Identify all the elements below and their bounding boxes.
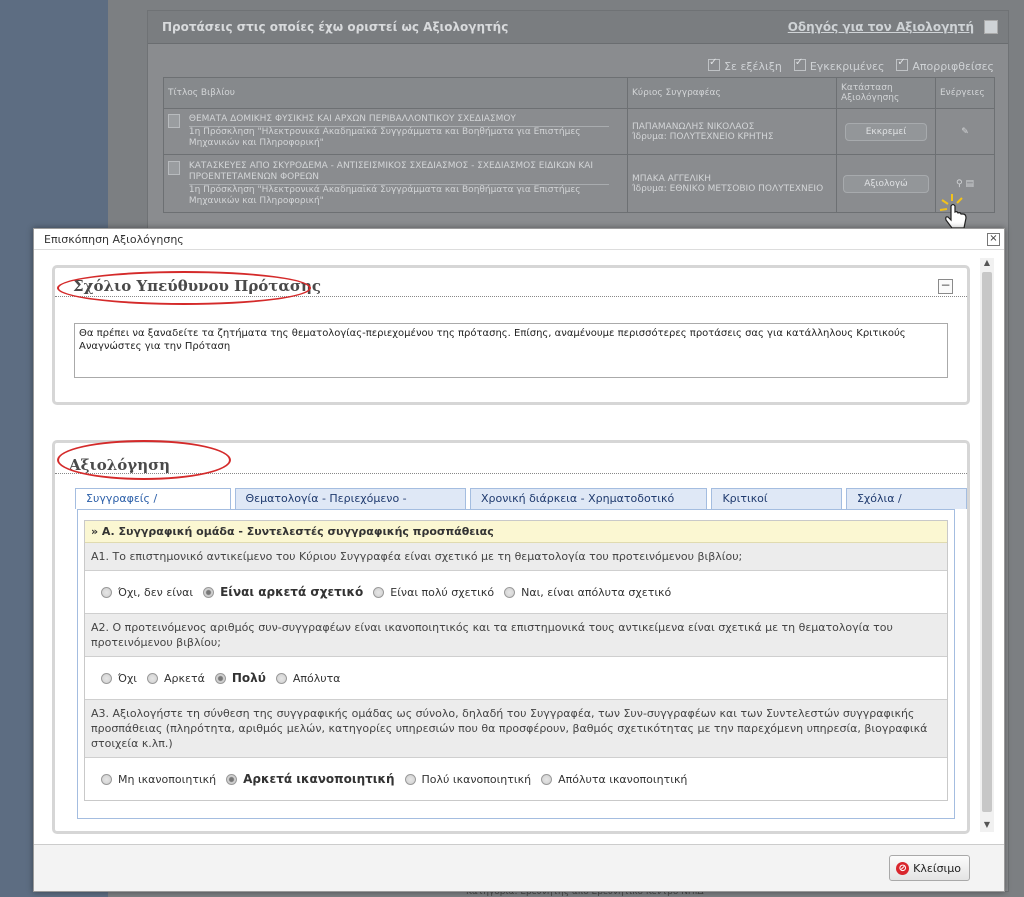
- checkbox-icon[interactable]: [708, 57, 721, 71]
- document-icon[interactable]: ▤: [965, 179, 974, 189]
- option-a3-1[interactable]: Μη ικανοποιητική: [101, 773, 216, 786]
- checkbox-icon[interactable]: [896, 57, 909, 71]
- dialog-titlebar: Επισκόπηση Αξιολόγησης ×: [34, 229, 1004, 250]
- option-a2-1[interactable]: Όχι: [101, 672, 137, 685]
- question-a2: Α2. Ο προτεινόμενος αριθμός συν-συγγραφέ…: [85, 614, 947, 657]
- dialog-scrollbar[interactable]: ▲ ▼: [980, 258, 994, 832]
- hand-cursor-icon: [939, 194, 967, 229]
- book-icon: [168, 114, 180, 128]
- dialog-footer: ⊘ Κλείσιμο: [34, 845, 1004, 891]
- radio-icon[interactable]: [147, 672, 159, 684]
- question-a1: Α1. Το επιστημονικό αντικείμενο του Κύρι…: [85, 543, 947, 571]
- evaluation-preview-dialog: Επισκόπηση Αξιολόγησης × Σχόλιο Υπεύθυνο…: [33, 228, 1005, 892]
- tab-critical-readers[interactable]: Κριτικοί Αναγνώστες: [711, 488, 842, 525]
- radio-icon[interactable]: [404, 773, 416, 785]
- option-a1-2[interactable]: Είναι αρκετά σχετικό: [203, 585, 363, 599]
- table-row: ΘΕΜΑΤΑ ΔΟΜΙΚΗΣ ΦΥΣΙΚΗΣ ΚΑΙ ΑΡΧΩΝ ΠΕΡΙΒΑΛ…: [163, 108, 995, 155]
- collapse-icon[interactable]: −: [938, 279, 953, 294]
- scroll-up-icon[interactable]: ▲: [980, 258, 994, 270]
- question-grid: » Α. Συγγραφική ομάδα - Συντελεστές συγγ…: [84, 520, 948, 801]
- panel-title: Προτάσεις στις οποίες έχω οριστεί ως Αξι…: [162, 20, 509, 34]
- option-a2-3[interactable]: Πολύ: [214, 671, 266, 685]
- option-a3-2[interactable]: Αρκετά ικανοποιητική: [226, 772, 395, 786]
- dialog-close-icon[interactable]: ×: [987, 233, 1000, 246]
- close-button-label: Κλείσιμο: [913, 861, 961, 875]
- answers-a1: Όχι, δεν είναι Είναι αρκετά σχετικό Είνα…: [85, 571, 947, 614]
- author-institution: Ίδρυμα: ΕΘΝΙΚΟ ΜΕΤΣΟΒΙΟ ΠΟΛΥΤΕΧΝΕΙΟ: [632, 183, 824, 194]
- radio-icon[interactable]: [541, 773, 553, 785]
- option-a2-4[interactable]: Απόλυτα: [275, 672, 340, 685]
- filter-rejected[interactable]: Απορριφθείσες: [896, 57, 994, 73]
- table-row: ΚΑΤΑΣΚΕΥΕΣ ΑΠΟ ΣΚΥΡΟΔΕΜΑ - ΑΝΤΙΣΕΙΣΜΙΚΟΣ…: [163, 154, 995, 213]
- tab-topic-content[interactable]: Θεματολογία - Περιεχόμενο - Αξιοποίηση: [234, 488, 466, 525]
- author-name: ΠΑΠΑΜΑΝΩΛΗΣ ΝΙΚΟΛΑΟΣ: [632, 121, 755, 132]
- call-name: 1η Πρόσκληση "Ηλεκτρονικά Ακαδημαϊκά Συγ…: [188, 183, 609, 207]
- checkbox-icon[interactable]: [793, 57, 806, 71]
- radio-icon[interactable]: [101, 773, 112, 785]
- option-a1-3[interactable]: Είναι πολύ σχετικό: [373, 586, 494, 599]
- highlight-ellipse: [57, 271, 311, 305]
- col-main-author: Κύριος Συγγραφέας: [627, 77, 837, 109]
- scroll-down-icon[interactable]: ▼: [980, 820, 994, 832]
- highlight-ellipse: [57, 440, 231, 480]
- evaluation-tabs: Συγγραφείς / Αξιολογητές Θεματολογία - Π…: [75, 488, 967, 525]
- panel-header: Προτάσεις στις οποίες έχω οριστεί ως Αξι…: [148, 11, 1008, 44]
- question-a3: Α3. Αξιολογήστε τη σύνθεση της συγγραφικ…: [85, 700, 947, 758]
- radio-selected-icon[interactable]: [203, 586, 215, 598]
- radio-selected-icon[interactable]: [214, 672, 226, 684]
- status-button[interactable]: Εκκρεμεί: [844, 122, 928, 141]
- col-book-title: Τίτλος Βιβλίου: [163, 77, 628, 109]
- col-actions: Ενέργειες: [935, 77, 995, 109]
- comment-section: Σχόλιο Υπεύθυνου Πρότασης − Θα πρέπει να…: [52, 265, 970, 405]
- cancel-icon: ⊘: [896, 861, 910, 875]
- author-name: ΜΠΑΚΑ ΑΓΓΕΛΙΚΗ: [632, 173, 711, 184]
- book-title: ΚΑΤΑΣΚΕΥΕΣ ΑΠΟ ΣΚΥΡΟΔΕΜΑ - ΑΝΤΙΣΕΙΣΜΙΚΟΣ…: [188, 160, 594, 182]
- book-title: ΘΕΜΑΤΑ ΔΟΜΙΚΗΣ ΦΥΣΙΚΗΣ ΚΑΙ ΑΡΧΩΝ ΠΕΡΙΒΑΛ…: [188, 114, 516, 124]
- responsible-comment-text: Θα πρέπει να ξαναδείτε τα ζητήματα της θ…: [74, 323, 948, 378]
- close-button[interactable]: ⊘ Κλείσιμο: [889, 855, 970, 881]
- scroll-thumb[interactable]: [982, 272, 992, 812]
- magnifier-icon[interactable]: ⚲: [956, 179, 963, 189]
- radio-icon[interactable]: [101, 672, 112, 684]
- radio-icon[interactable]: [373, 586, 385, 598]
- option-a1-4[interactable]: Ναι, είναι απόλυτα σχετικό: [504, 586, 671, 599]
- col-eval-status: Κατάσταση Αξιολόγησης: [836, 77, 936, 109]
- dialog-body[interactable]: Σχόλιο Υπεύθυνου Πρότασης − Θα πρέπει να…: [34, 250, 1004, 845]
- status-filters: Σε εξέλιξη Εγκεκριμένες Απορριφθείσες: [708, 57, 994, 73]
- tab-panel-authors: » Α. Συγγραφική ομάδα - Συντελεστές συγγ…: [77, 509, 955, 819]
- option-a2-2[interactable]: Αρκετά: [147, 672, 205, 685]
- answers-a2: Όχι Αρκετά Πολύ Απόλυτα: [85, 657, 947, 700]
- group-heading: » Α. Συγγραφική ομάδα - Συντελεστές συγγ…: [85, 521, 947, 543]
- tab-duration-funding[interactable]: Χρονική διάρκεια - Χρηματοδοτικό σχέδιο: [470, 488, 708, 525]
- option-a3-4[interactable]: Απόλυτα ικανοποιητική: [541, 773, 687, 786]
- evaluation-section: Αξιολόγηση Συγγραφείς / Αξιολογητές Θεμα…: [52, 440, 970, 834]
- radio-icon[interactable]: [101, 586, 112, 598]
- option-a3-3[interactable]: Πολύ ικανοποιητική: [404, 773, 531, 786]
- author-institution: Ίδρυμα: ΠΟΛΥΤΕΧΝΕΙΟ ΚΡΗΤΗΣ: [632, 131, 774, 142]
- tab-comments[interactable]: Σχόλια / Προτάσεις: [845, 488, 967, 525]
- filter-approved[interactable]: Εγκεκριμένες: [793, 57, 884, 73]
- radio-icon[interactable]: [275, 672, 287, 684]
- evaluate-icon[interactable]: ✎: [961, 127, 969, 137]
- book-icon: [168, 160, 180, 175]
- status-button[interactable]: Αξιολογώ: [843, 174, 929, 193]
- radio-selected-icon[interactable]: [226, 773, 238, 785]
- reviewer-guide-link[interactable]: Οδηγός για τον Αξιολογητή: [788, 20, 974, 34]
- panel-collapse-button[interactable]: [984, 20, 998, 34]
- answers-a3: Μη ικανοποιητική Αρκετά ικανοποιητική Πο…: [85, 758, 947, 800]
- proposals-table: Τίτλος Βιβλίου Κύριος Συγγραφέας Κατάστα…: [163, 77, 995, 213]
- option-a1-1[interactable]: Όχι, δεν είναι: [101, 586, 193, 599]
- call-name: 1η Πρόσκληση "Ηλεκτρονικά Ακαδημαϊκά Συγ…: [188, 126, 609, 149]
- filter-in-progress[interactable]: Σε εξέλιξη: [708, 57, 782, 73]
- radio-icon[interactable]: [504, 586, 516, 598]
- dialog-title: Επισκόπηση Αξιολόγησης: [44, 233, 184, 246]
- tab-authors-reviewers[interactable]: Συγγραφείς / Αξιολογητές: [75, 488, 231, 525]
